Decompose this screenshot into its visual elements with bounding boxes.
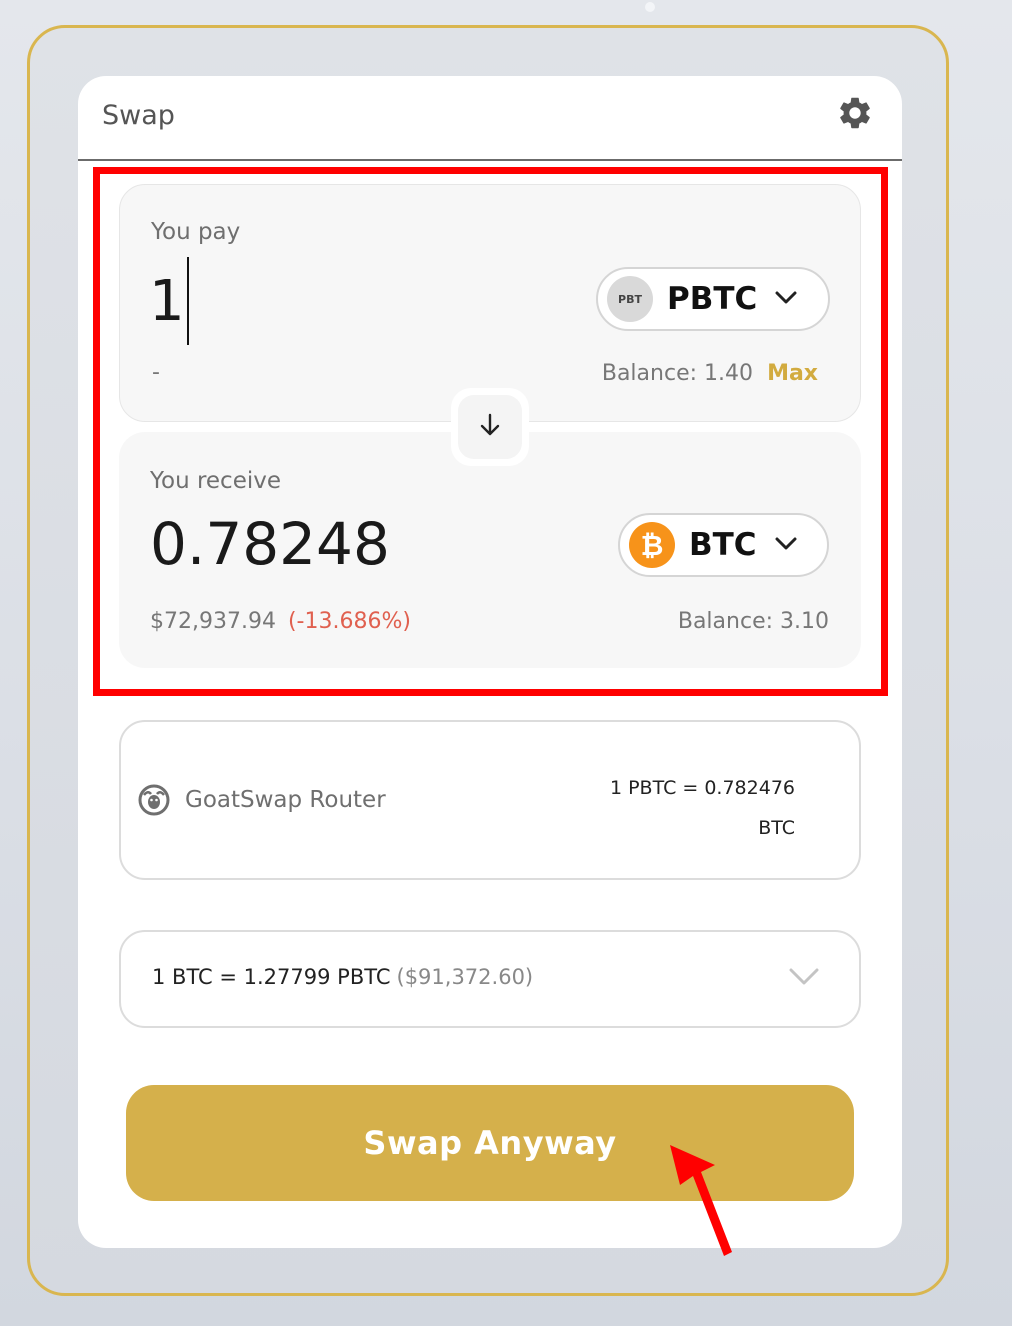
route-rate-line1: 1 PBTC = 0.782476 bbox=[609, 777, 795, 799]
annotation-highlight-box bbox=[93, 167, 888, 696]
exchange-rate-usd: ($91,372.60) bbox=[396, 965, 534, 989]
route-panel[interactable]: GoatSwap Router 1 PBTC = 0.782476 BTC bbox=[119, 720, 861, 880]
background-dot bbox=[645, 2, 655, 12]
goat-icon bbox=[138, 784, 170, 822]
router-info: GoatSwap Router bbox=[138, 784, 386, 816]
route-rate-line2: BTC bbox=[758, 817, 795, 839]
gear-icon[interactable] bbox=[836, 94, 874, 132]
page-title: Swap bbox=[102, 100, 175, 131]
swap-anyway-button[interactable]: Swap Anyway bbox=[126, 1085, 854, 1201]
rate-details-toggle[interactable]: 1 BTC = 1.27799 PBTC ($91,372.60) bbox=[119, 930, 861, 1028]
route-rate: 1 PBTC = 0.782476 BTC bbox=[595, 768, 795, 848]
exchange-rate: 1 BTC = 1.27799 PBTC ($91,372.60) bbox=[152, 965, 533, 989]
chevron-down-icon bbox=[789, 968, 819, 990]
annotation-arrow-icon bbox=[660, 1140, 740, 1264]
router-name: GoatSwap Router bbox=[185, 787, 386, 813]
card-header: Swap bbox=[78, 76, 902, 161]
exchange-rate-text: 1 BTC = 1.27799 PBTC bbox=[152, 965, 391, 989]
